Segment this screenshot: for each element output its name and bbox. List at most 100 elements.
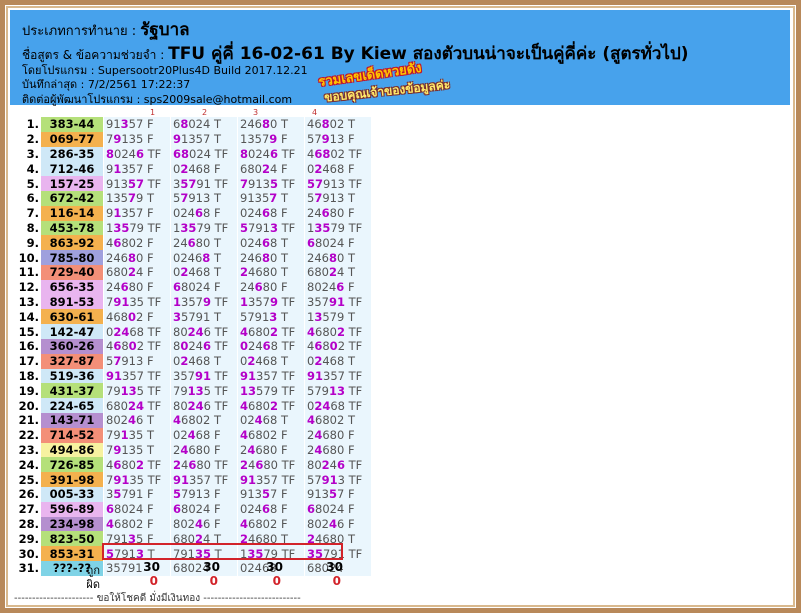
formula-cell-1: 46802 TF bbox=[103, 457, 171, 473]
formula-cell-4: 91357 TF bbox=[304, 368, 371, 384]
formula-cell-2: 57913 T bbox=[170, 190, 238, 206]
formula-cell-4: 80246 F bbox=[304, 279, 371, 295]
formula-cell-2: 68024 F bbox=[170, 501, 238, 517]
developer-contact: ติดต่อผู้พัฒนาโปรแกรม : sps2009sale@hotm… bbox=[22, 93, 293, 106]
formula-cell-1: 79135 TF bbox=[103, 294, 171, 310]
formula-cell-3: 13579 TF bbox=[237, 383, 305, 399]
result-number: 286-35 bbox=[41, 146, 104, 162]
formula-cell-2: 02468 T bbox=[170, 264, 238, 280]
row-index: 18. bbox=[15, 368, 41, 384]
formula-cell-3: 02468 TF bbox=[237, 338, 305, 354]
formula-cell-4: 46802 T bbox=[304, 412, 371, 428]
formula-cell-2: 79135 TF bbox=[170, 383, 238, 399]
row-index: 30. bbox=[15, 546, 41, 561]
formula-cell-4: 57913 T bbox=[304, 190, 371, 206]
table-row: 15. 142-47 02468 TF 80246 TF 46802 TF 46802 T… bbox=[15, 324, 371, 339]
row-index: 9. bbox=[15, 235, 41, 251]
wrong-count-2: 0 bbox=[209, 574, 218, 588]
formula-cell-1: 91357 F bbox=[103, 205, 171, 221]
row-index: 22. bbox=[15, 427, 41, 443]
row-index: 13. bbox=[15, 294, 41, 310]
row-index: 11. bbox=[15, 264, 41, 280]
formula-cell-1: 91357 F bbox=[103, 161, 171, 177]
table-row: 1. 383-44 91357 F 68024 T 24680 T 46802 T bbox=[15, 117, 371, 132]
table-row: 17. 327-87 57913 F 02468 T 02468 T 02468 T bbox=[15, 353, 371, 369]
formula-cell-1: 68024 TF bbox=[103, 398, 171, 413]
formula-cell-4: 13579 TF bbox=[304, 220, 371, 236]
formula-cell-3: 02468 T bbox=[237, 235, 305, 251]
formula-cell-2: 68024 T bbox=[170, 117, 238, 132]
formula-cell-2: 02468 T bbox=[170, 353, 238, 369]
col-number-4: 4 bbox=[312, 108, 318, 117]
row-index: 4. bbox=[15, 161, 41, 177]
row-index: 16. bbox=[15, 338, 41, 354]
formula-cell-4: 68024 F bbox=[304, 235, 371, 251]
formula-cell-2: 68024 F bbox=[170, 279, 238, 295]
formula-cell-1: 68024 F bbox=[103, 501, 171, 517]
col-number-1: 1 bbox=[150, 108, 156, 117]
formula-cell-3: 24680 TF bbox=[237, 457, 305, 473]
formula-cell-2: 80246 TF bbox=[170, 324, 238, 339]
formula-cell-4: 24680 F bbox=[304, 205, 371, 221]
result-number: 853-31 bbox=[41, 546, 104, 561]
formula-cell-2: 02468 T bbox=[170, 250, 238, 265]
table-row: 28. 234-98 46802 F 80246 F 46802 F 80246 F bbox=[15, 516, 371, 532]
formula-cell-1: 79135 T bbox=[103, 442, 171, 458]
result-number: 234-98 bbox=[41, 516, 104, 532]
table-row: 24. 726-85 46802 TF 24680 TF 24680 TF 80246 T… bbox=[15, 457, 371, 473]
formula-cell-2: 57913 F bbox=[170, 486, 238, 502]
prediction-highlight-box bbox=[102, 543, 343, 560]
row-index: 6. bbox=[15, 190, 41, 206]
formula-cell-3: 57913 TF bbox=[237, 220, 305, 236]
row-index: 17. bbox=[15, 353, 41, 369]
result-number: 143-71 bbox=[41, 412, 104, 428]
row-index: 5. bbox=[15, 176, 41, 191]
formula-cell-2: 46802 T bbox=[170, 412, 238, 428]
formula-cell-1: 24680 F bbox=[103, 279, 171, 295]
table-row: 5. 157-25 91357 TF 35791 TF 79135 TF 57913 TF bbox=[15, 176, 371, 191]
table-row: 26. 005-33 35791 F 57913 F 91357 F 91357 F bbox=[15, 486, 371, 502]
row-index: 7. bbox=[15, 205, 41, 221]
col-number-2: 2 bbox=[202, 108, 208, 117]
result-number: 891-53 bbox=[41, 294, 104, 310]
formula-cell-4: 46802 T bbox=[304, 117, 371, 132]
formula-cell-2: 80246 TF bbox=[170, 338, 238, 354]
formula-cell-1: 79135 T bbox=[103, 427, 171, 443]
formula-cell-4: 57913 TF bbox=[304, 472, 371, 487]
row-index: 1. bbox=[15, 117, 41, 132]
wrong-count-4: 0 bbox=[332, 574, 341, 588]
formula-cell-1: 35791 F bbox=[103, 486, 171, 502]
formula-cell-4: 02468 F bbox=[304, 161, 371, 177]
row-index: 8. bbox=[15, 220, 41, 236]
table-row: 4. 712-46 91357 F 02468 F 68024 F 02468 F bbox=[15, 161, 371, 177]
correct-count-2: 30 bbox=[203, 560, 220, 574]
table-row: 14. 630-61 46802 F 35791 T 57913 T 13579 T bbox=[15, 309, 371, 325]
formula-cell-3: 91357 TF bbox=[237, 368, 305, 384]
result-number: 142-47 bbox=[41, 324, 104, 339]
row-index: 3. bbox=[15, 146, 41, 162]
table-row: 19. 431-37 79135 TF 79135 TF 13579 TF 57913 T… bbox=[15, 383, 371, 399]
row-index: 28. bbox=[15, 516, 41, 532]
formula-cell-3: 13579 TF bbox=[237, 294, 305, 310]
formula-cell-3: 13579 F bbox=[237, 131, 305, 147]
result-number: 726-85 bbox=[41, 457, 104, 473]
result-number: 596-89 bbox=[41, 501, 104, 517]
formula-cell-4: 02468 T bbox=[304, 353, 371, 369]
table-row: 27. 596-89 68024 F 68024 F 02468 F 68024 F bbox=[15, 501, 371, 517]
formula-cell-3: 46802 TF bbox=[237, 324, 305, 339]
formula-name-label: ชื่อสูตร & ข้อความช่วยจำ : bbox=[22, 48, 165, 62]
formula-cell-1: 02468 TF bbox=[103, 324, 171, 339]
formula-cell-2: 35791 TF bbox=[170, 176, 238, 191]
formula-cell-2: 13579 TF bbox=[170, 294, 238, 310]
row-index: 12. bbox=[15, 279, 41, 295]
formula-cell-3: 79135 TF bbox=[237, 176, 305, 191]
formula-cell-1: 79135 F bbox=[103, 131, 171, 147]
formula-cell-3: 46802 F bbox=[237, 427, 305, 443]
result-number: 656-35 bbox=[41, 279, 104, 295]
formula-cell-4: 02468 TF bbox=[304, 398, 371, 413]
formula-cell-2: 24680 T bbox=[170, 235, 238, 251]
result-number: 519-36 bbox=[41, 368, 104, 384]
formula-cell-4: 68024 F bbox=[304, 501, 371, 517]
formula-cell-1: 91357 F bbox=[103, 117, 171, 132]
table-row: 3. 286-35 80246 TF 68024 TF 80246 TF 46802 TF bbox=[15, 146, 371, 162]
